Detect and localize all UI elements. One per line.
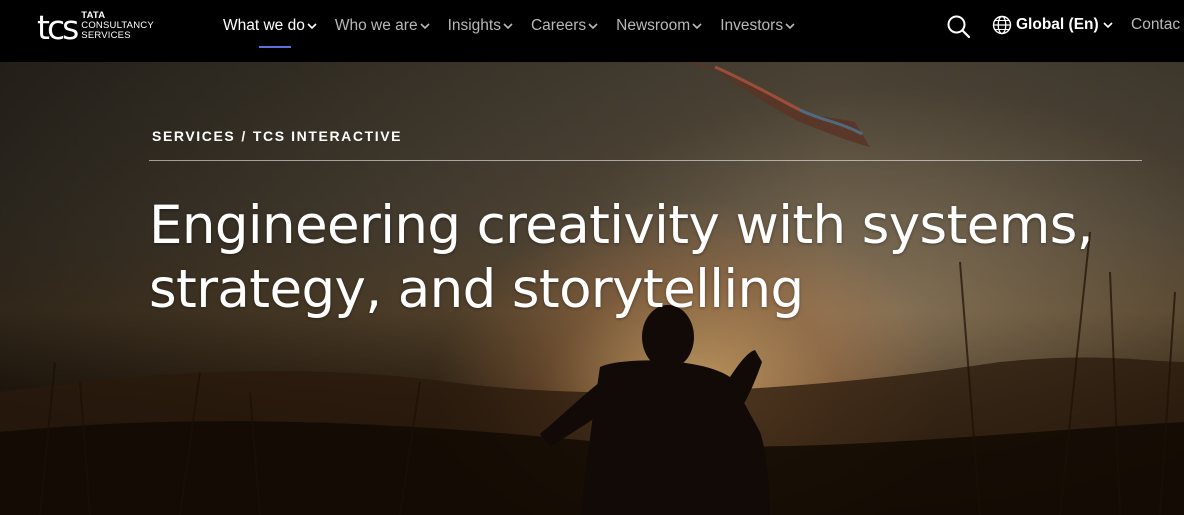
- breadcrumb-item-services[interactable]: SERVICES: [152, 128, 235, 144]
- chevron-down-icon: [588, 23, 598, 30]
- logo-line-3: SERVICES: [81, 30, 131, 41]
- nav-item-label: Insights: [447, 17, 501, 34]
- chevron-down-icon: [1103, 22, 1113, 29]
- nav-item-insights[interactable]: Insights: [448, 17, 513, 35]
- nav-item-what-we-do[interactable]: What we do: [223, 17, 317, 48]
- nav-item-label: Investors: [720, 17, 784, 34]
- nav-item-who-we-are[interactable]: Who we are: [335, 17, 430, 35]
- chevron-down-icon: [307, 23, 317, 30]
- tcs-logo[interactable]: tcs TATA CONSULTANCY SERVICES: [37, 9, 154, 45]
- nav-item-investors[interactable]: Investors: [720, 17, 795, 35]
- language-selector[interactable]: Global (En): [992, 15, 1117, 35]
- hero-banner: SERVICES / TCS INTERACTIVE Engineering cre…: [0, 62, 1184, 515]
- chevron-down-icon: [419, 23, 430, 30]
- chevron-down-icon: [692, 23, 702, 30]
- logo-mark: tcs: [37, 7, 79, 47]
- chevron-down-icon: [503, 23, 513, 30]
- language-label: Global (En): [1016, 16, 1099, 33]
- page-title: Engineering creativity with systems, str…: [149, 195, 1094, 320]
- breadcrumb-item-current: TCS INTERACTIVE: [252, 128, 403, 144]
- nav-item-label: Careers: [530, 17, 587, 34]
- breadcrumb-separator: /: [241, 128, 247, 144]
- search-icon[interactable]: [946, 14, 971, 39]
- nav-item-label: Who we are: [334, 17, 418, 34]
- main-nav: What we do Who we are Insights Careers N…: [223, 0, 813, 52]
- contact-link[interactable]: Contac: [1131, 16, 1180, 34]
- nav-item-label: What we do: [223, 17, 305, 34]
- top-navigation-bar: tcs TATA CONSULTANCY SERVICES What we do…: [0, 0, 1184, 62]
- globe-icon: [992, 15, 1012, 35]
- nav-item-careers[interactable]: Careers: [531, 17, 598, 35]
- nav-item-newsroom[interactable]: Newsroom: [616, 17, 702, 35]
- nav-item-label: Newsroom: [616, 17, 691, 34]
- chevron-down-icon: [785, 23, 795, 30]
- breadcrumb: SERVICES / TCS INTERACTIVE: [152, 128, 402, 144]
- logo-wordmark: TATA CONSULTANCY SERVICES: [81, 11, 154, 41]
- hero-divider: [149, 160, 1142, 161]
